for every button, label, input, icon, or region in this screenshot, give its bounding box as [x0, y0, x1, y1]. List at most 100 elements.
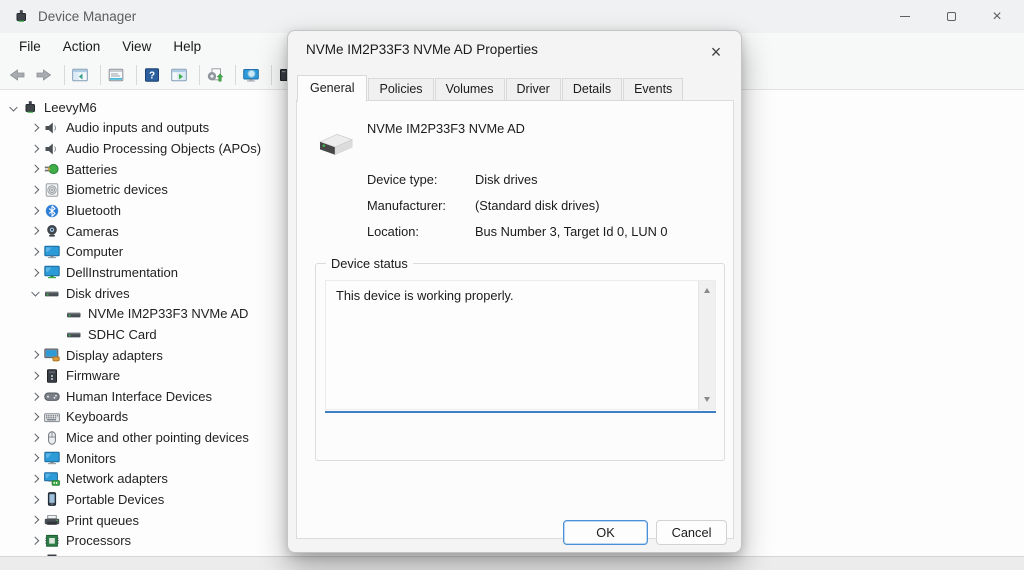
tree-item-label: Disk drives: [66, 285, 130, 301]
chevron-right-icon[interactable]: [26, 204, 44, 218]
toolbar-properties-button[interactable]: [105, 62, 132, 88]
minimize-button[interactable]: [882, 0, 928, 33]
chevron-right-icon[interactable]: [26, 431, 44, 445]
chevron-right-icon[interactable]: [26, 142, 44, 156]
toolbar-separator: [100, 64, 101, 85]
chevron-right-icon[interactable]: [26, 492, 44, 506]
menu-action[interactable]: Action: [52, 36, 112, 57]
properties-dialog: NVMe IM2P33F3 NVMe AD Properties × Gener…: [287, 30, 742, 553]
bluetooth-icon: [44, 204, 60, 218]
tree-item-label: Processors: [66, 533, 132, 549]
scroll-up-icon[interactable]: [704, 288, 710, 293]
tree-item-label: Print queues: [66, 512, 139, 528]
menu-file[interactable]: File: [8, 36, 52, 57]
chevron-right-icon[interactable]: [26, 534, 44, 548]
tree-item-label: Bluetooth: [66, 203, 121, 219]
chevron-right-icon[interactable]: [26, 513, 44, 527]
chevron-right-icon[interactable]: [26, 410, 44, 424]
toolbar-search-computer-button[interactable]: [240, 62, 267, 88]
toolbar-forward-button[interactable]: [33, 62, 60, 88]
tree-item-label: Mice and other pointing devices: [66, 430, 249, 446]
chevron-right-icon[interactable]: [26, 183, 44, 197]
scroll-down-icon[interactable]: [704, 397, 710, 402]
hid-icon: [44, 389, 60, 403]
toolbar-separator: [199, 64, 200, 85]
speaker-icon: [44, 121, 60, 135]
toolbar-help-button[interactable]: ?: [141, 62, 168, 88]
toolbar-show-action-pane-button[interactable]: [168, 62, 195, 88]
chevron-right-icon[interactable]: [26, 472, 44, 486]
speaker-icon: [44, 142, 60, 156]
menu-view[interactable]: View: [111, 36, 162, 57]
tab-general[interactable]: General: [297, 75, 368, 102]
tab-events[interactable]: Events: [623, 78, 684, 101]
textarea-focus-line: [325, 411, 716, 413]
tab-driver[interactable]: Driver: [505, 78, 561, 101]
property-label: Manufacturer:: [367, 198, 446, 213]
ok-button[interactable]: OK: [563, 520, 648, 545]
property-value: (Standard disk drives): [475, 198, 600, 213]
device-status-textarea[interactable]: This device is working properly.: [325, 280, 716, 410]
printer-icon: [44, 513, 60, 527]
show-console-tree-icon: [71, 68, 88, 82]
property-row: Location: Bus Number 3, Target Id 0, LUN …: [367, 224, 668, 239]
property-label: Location:: [367, 224, 419, 239]
toolbar-back-button[interactable]: [6, 62, 33, 88]
chevron-right-icon[interactable]: [26, 389, 44, 403]
tree-item-label: Keyboards: [66, 409, 129, 425]
dialog-close-icon[interactable]: ×: [701, 37, 731, 67]
chevron-right-icon[interactable]: [26, 245, 44, 259]
monitor-icon: [44, 245, 60, 259]
menu-help[interactable]: Help: [162, 36, 212, 57]
chevron-right-icon[interactable]: [26, 348, 44, 362]
dialog-tabs: General Policies Volumes Driver Details Event…: [297, 75, 684, 102]
property-label: Device type:: [367, 172, 438, 187]
maximize-button[interactable]: [928, 0, 974, 33]
dialog-title: NVMe IM2P33F3 NVMe AD Properties: [306, 42, 538, 57]
computer-device-icon: [22, 100, 38, 114]
chevron-right-icon[interactable]: [26, 369, 44, 383]
status-scrollbar[interactable]: [698, 281, 715, 409]
tree-item-label: DellInstrumentation: [66, 264, 178, 280]
processor-icon: [44, 534, 60, 548]
cancel-button[interactable]: Cancel: [656, 520, 727, 545]
back-icon: [9, 68, 25, 82]
tree-item-label: Batteries: [66, 161, 118, 177]
tree-item-label: Network adapters: [66, 471, 168, 487]
close-button[interactable]: ×: [974, 0, 1020, 33]
tree-item-label: Audio inputs and outputs: [66, 120, 210, 136]
tab-volumes[interactable]: Volumes: [434, 78, 505, 101]
chevron-right-icon[interactable]: [26, 121, 44, 135]
firmware-icon: [44, 368, 60, 383]
tree-item-label: Firmware: [66, 368, 121, 384]
chevron-down-icon[interactable]: [4, 100, 22, 114]
camera-icon: [44, 224, 60, 238]
tab-details[interactable]: Details: [561, 78, 623, 101]
tree-item-label: SDHC Card: [88, 326, 157, 342]
tree-item-label: Computer: [66, 244, 124, 260]
display-adapter-icon: [44, 348, 60, 362]
chevron-right-icon[interactable]: [26, 265, 44, 279]
general-tab-page: NVMe IM2P33F3 NVMe AD Device type: Disk d…: [296, 100, 734, 539]
tab-policies[interactable]: Policies: [368, 78, 434, 101]
tree-item-label: Display adapters: [66, 347, 163, 363]
properties-icon: [108, 68, 124, 82]
toolbar-separator: [271, 64, 272, 85]
toolbar-scan-hardware-changes-button[interactable]: [204, 62, 231, 88]
forward-icon: [36, 68, 52, 82]
tree-item-label: Human Interface Devices: [66, 388, 212, 404]
device-status-groupbox: Device status This device is working pro…: [315, 256, 725, 461]
tree-item-label: LeevyM6: [44, 99, 97, 115]
toolbar-separator: [235, 64, 236, 85]
monitor-icon: [44, 451, 60, 465]
toolbar-show-console-tree-button[interactable]: [69, 62, 96, 88]
chevron-right-icon[interactable]: [26, 162, 44, 176]
chevron-right-icon[interactable]: [26, 224, 44, 238]
window-controls: ×: [882, 0, 1020, 33]
chevron-right-icon[interactable]: [26, 451, 44, 465]
chevron-down-icon[interactable]: [26, 286, 44, 300]
device-name: NVMe IM2P33F3 NVMe AD: [367, 121, 525, 136]
property-row: Device type: Disk drives: [367, 172, 538, 187]
mouse-icon: [44, 430, 60, 445]
property-value: Disk drives: [475, 172, 538, 187]
